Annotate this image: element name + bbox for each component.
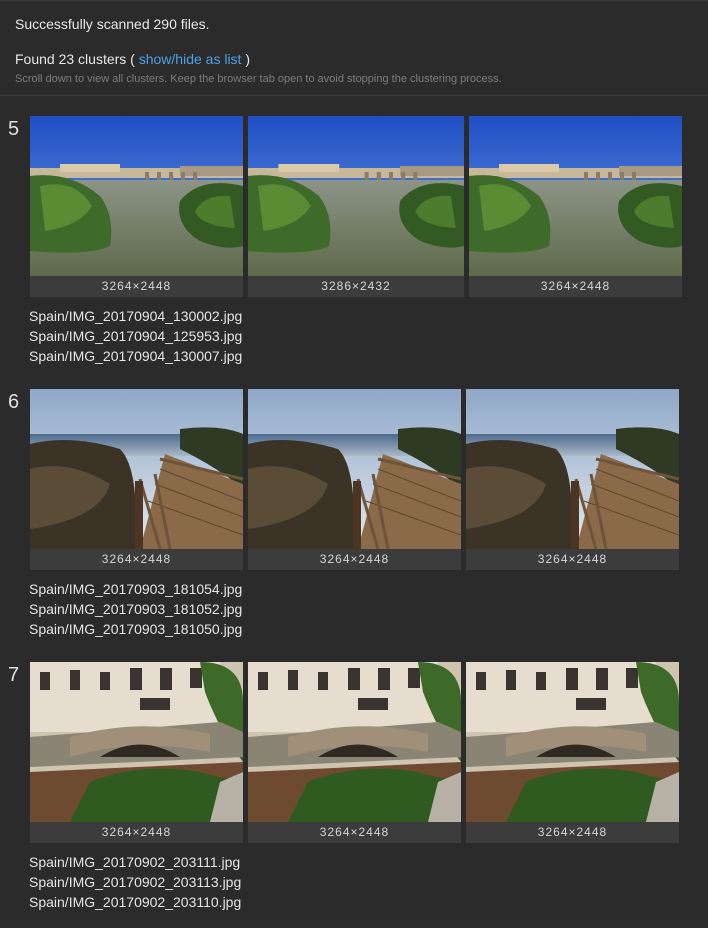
file-path: Spain/IMG_20170904_130007.jpg <box>29 348 243 364</box>
file-path: Spain/IMG_20170902_203111.jpg <box>29 854 241 870</box>
file-path: Spain/IMG_20170903_181052.jpg <box>29 601 243 617</box>
file-path: Spain/IMG_20170903_181054.jpg <box>29 581 243 597</box>
image-dimensions: 3264×2448 <box>30 276 243 297</box>
cluster-number: 6 <box>8 391 20 413</box>
image-thumbnail[interactable]: 3286×2432 <box>248 116 464 297</box>
image-thumbnail[interactable]: 3264×2448 <box>466 662 679 843</box>
image-thumbnail[interactable]: 3264×2448 <box>469 116 682 297</box>
clusters-found: Found 23 clusters ( show/hide as list ) <box>15 51 250 67</box>
image-thumbnail[interactable]: 3264×2448 <box>466 389 679 570</box>
photo-river <box>469 116 682 276</box>
file-path: Spain/IMG_20170902_203113.jpg <box>29 874 242 890</box>
photo-river <box>248 116 464 276</box>
image-dimensions: 3264×2448 <box>466 549 679 570</box>
image-dimensions: 3264×2448 <box>30 549 243 570</box>
scan-header: Successfully scanned 290 files. Found 23… <box>0 0 708 96</box>
photo-boardwalk <box>248 389 461 549</box>
photo-bridge <box>248 662 461 822</box>
found-prefix: Found 23 clusters ( <box>15 51 135 67</box>
file-list: Spain/IMG_20170903_181054.jpg Spain/IMG_… <box>29 579 242 639</box>
image-dimensions: 3264×2448 <box>248 549 461 570</box>
image-thumbnail[interactable]: 3264×2448 <box>30 389 243 570</box>
photo-bridge <box>466 662 679 822</box>
photo-bridge <box>30 662 243 822</box>
image-thumbnail[interactable]: 3264×2448 <box>30 116 243 297</box>
image-dimensions: 3264×2448 <box>30 822 243 843</box>
photo-boardwalk <box>30 389 243 549</box>
file-list: Spain/IMG_20170904_130002.jpg Spain/IMG_… <box>29 306 242 366</box>
file-path: Spain/IMG_20170903_181050.jpg <box>29 621 243 637</box>
scan-status: Successfully scanned 290 files. <box>15 16 210 32</box>
file-list: Spain/IMG_20170902_203111.jpg Spain/IMG_… <box>29 852 241 912</box>
photo-boardwalk <box>466 389 679 549</box>
image-dimensions: 3286×2432 <box>248 276 464 297</box>
photo-river <box>30 116 243 276</box>
cluster-number: 7 <box>8 664 20 686</box>
image-thumbnail[interactable]: 3264×2448 <box>248 662 461 843</box>
image-dimensions: 3264×2448 <box>248 822 461 843</box>
found-suffix: ) <box>245 51 251 67</box>
toggle-list-link[interactable]: show/hide as list <box>139 51 242 67</box>
image-dimensions: 3264×2448 <box>469 276 682 297</box>
file-path: Spain/IMG_20170904_130002.jpg <box>29 308 243 324</box>
cluster-number: 5 <box>8 118 20 140</box>
image-thumbnail[interactable]: 3264×2448 <box>30 662 243 843</box>
image-thumbnail[interactable]: 3264×2448 <box>248 389 461 570</box>
file-path: Spain/IMG_20170904_125953.jpg <box>29 328 243 344</box>
scroll-hint: Scroll down to view all clusters. Keep t… <box>15 73 502 85</box>
image-dimensions: 3264×2448 <box>466 822 679 843</box>
file-path: Spain/IMG_20170902_203110.jpg <box>29 894 242 910</box>
